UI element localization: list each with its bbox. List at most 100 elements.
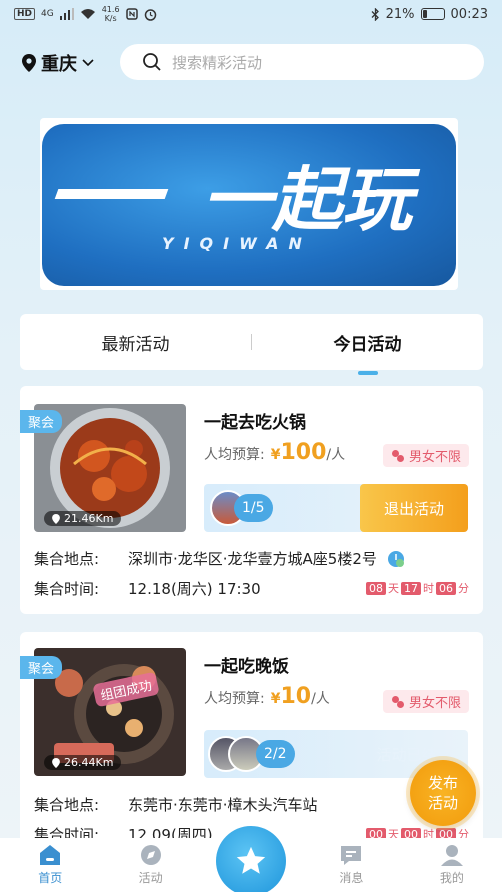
chevron-down-icon: [82, 59, 94, 67]
location-text: 东莞市·东莞市·樟木头汽车站: [128, 796, 318, 814]
members-bar: 1/5 退出活动: [204, 484, 468, 532]
nav-label: 首页: [38, 871, 63, 885]
search-placeholder: 搜索精彩活动: [172, 53, 263, 72]
message-icon: [341, 846, 362, 865]
location-pin-icon: [52, 513, 60, 524]
signal-icon: [59, 8, 74, 20]
banner[interactable]: 一起玩 YIQIWAN: [40, 118, 458, 290]
gender-icon: [391, 449, 404, 462]
star-icon: [236, 846, 266, 874]
activity-card[interactable]: 21.46Km 聚会 一起去吃火锅 人均预算: ¥100 /人 男女不限 1/5…: [20, 386, 483, 614]
location-pin-icon: [52, 757, 60, 768]
gender-badge: 男女不限: [382, 690, 469, 713]
countdown-days: 08: [366, 581, 386, 595]
countdown-minute-unit: 分: [458, 582, 469, 595]
location-row: 集合地点: 东莞市·东莞市·樟木头汽车站: [34, 794, 318, 815]
net-speed-unit: K/s: [104, 14, 117, 23]
countdown-hours: 17: [401, 581, 421, 595]
tab-label: 今日活动: [333, 334, 402, 355]
nav-messages[interactable]: 消息: [301, 843, 401, 892]
home-icon: [40, 845, 61, 865]
member-count: 1/5: [234, 494, 273, 522]
exit-activity-button[interactable]: 退出活动: [360, 484, 468, 532]
net-speed-value: 41.6: [101, 5, 120, 14]
wifi-icon: [80, 9, 95, 19]
nav-label: 我的: [439, 871, 464, 885]
countdown-day-unit: 天: [388, 582, 399, 595]
signal-type: 4G: [41, 9, 54, 19]
category-tag: 聚会: [20, 410, 63, 433]
price-unit: /人: [311, 691, 330, 707]
tab-today[interactable]: 今日活动: [252, 330, 483, 375]
yiqiwan-logo: 一起玩 YIQIWAN: [54, 159, 421, 253]
distance-badge: 26.44Km: [44, 755, 122, 770]
budget-row: 人均预算: ¥10 /人: [204, 684, 330, 709]
banner-logo: 一起玩 YIQIWAN: [42, 124, 456, 286]
nfc-icon: [125, 8, 138, 20]
battery-level: [422, 10, 427, 18]
nav-activity[interactable]: 活动: [100, 843, 200, 892]
price: ¥100: [271, 440, 327, 465]
nav-label: 消息: [339, 871, 364, 885]
nav-center-star-button[interactable]: [216, 826, 286, 892]
status-bar: HD 4G 41.6 K/s 21% 00:23: [0, 0, 502, 28]
status-right: 21% 00:23: [371, 7, 488, 22]
location-row: 集合地点: 深圳市·龙华区·龙华壹方城A座5楼2号: [34, 548, 405, 569]
publish-line1: 发布: [427, 774, 458, 792]
time-text: 12.18(周六) 17:30: [128, 580, 261, 598]
tab-label: 最新活动: [101, 334, 170, 355]
budget-label: 人均预算:: [204, 691, 265, 707]
gender-text: 男女不限: [408, 450, 461, 465]
publish-line2: 活动: [427, 794, 458, 812]
compass-icon: [140, 845, 161, 865]
logo-subtext: YIQIWAN: [162, 234, 312, 253]
price-value: 10: [280, 684, 312, 709]
clock: 00:23: [450, 6, 488, 22]
publish-activity-button[interactable]: 发布 活动: [410, 760, 476, 826]
bluetooth-icon: [371, 7, 379, 21]
distance: 26.44Km: [64, 756, 114, 769]
net-speed: 41.6 K/s: [102, 5, 120, 23]
status-left: HD 4G 41.6 K/s: [14, 5, 157, 23]
battery-icon: [420, 8, 445, 20]
price-unit: /人: [326, 447, 346, 463]
member-count: 2/2: [256, 740, 295, 768]
time-row: 集合时间: 12.18(周六) 17:30: [34, 578, 261, 599]
time-label: 集合时间:: [34, 580, 100, 598]
price-currency: ¥: [270, 447, 281, 463]
countdown: 08 天 17 时 06 分: [366, 580, 469, 596]
price: ¥10: [271, 684, 311, 709]
nav-label: 活动: [138, 871, 163, 885]
gender-icon: [391, 695, 404, 708]
countdown-hour-unit: 时: [423, 582, 434, 595]
search-input[interactable]: 搜索精彩活动: [120, 44, 484, 80]
price-currency: ¥: [270, 691, 281, 707]
countdown-minutes: 06: [436, 581, 456, 595]
category-tag: 聚会: [20, 656, 63, 679]
budget-row: 人均预算: ¥100 /人: [204, 440, 345, 465]
activity-title: 一起吃晚饭: [204, 657, 289, 677]
city-picker[interactable]: 重庆: [22, 50, 118, 76]
distance-badge: 21.46Km: [44, 511, 122, 526]
gender-badge: 男女不限: [382, 444, 469, 467]
battery-percent: 21%: [385, 6, 415, 22]
logo-text: 一起玩: [202, 159, 421, 241]
user-icon: [440, 845, 463, 866]
tab-latest[interactable]: 最新活动: [20, 330, 251, 355]
distance: 21.46Km: [64, 512, 114, 525]
budget-label: 人均预算:: [204, 447, 265, 463]
hd-badge: HD: [14, 8, 36, 20]
map-navigate-icon[interactable]: [387, 550, 405, 568]
location-label: 集合地点:: [34, 796, 100, 814]
city-name: 重庆: [41, 54, 77, 75]
nav-profile[interactable]: 我的: [402, 843, 502, 892]
gender-text: 男女不限: [408, 696, 461, 711]
header: 重庆 搜索精彩活动: [0, 44, 502, 82]
nav-home[interactable]: 首页: [0, 843, 100, 892]
activity-tabs: 最新活动 今日活动: [20, 314, 483, 375]
location-label: 集合地点:: [34, 550, 100, 568]
location-text: 深圳市·龙华区·龙华壹方城A座5楼2号: [128, 550, 377, 568]
price-value: 100: [280, 440, 327, 465]
location-pin-icon: [22, 54, 36, 72]
alarm-icon: [144, 8, 156, 21]
